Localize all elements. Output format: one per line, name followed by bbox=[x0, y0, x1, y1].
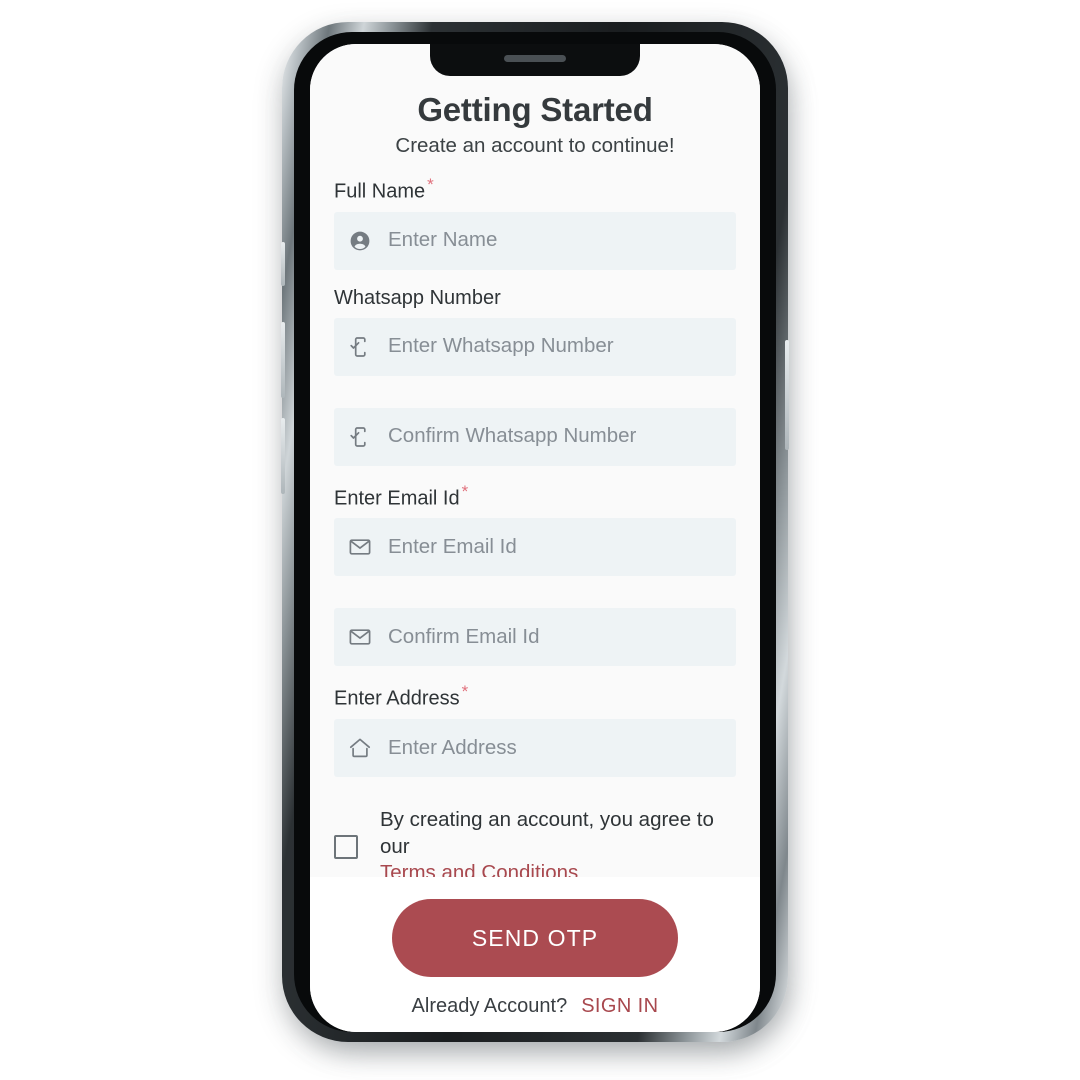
required-asterisk: * bbox=[427, 174, 434, 194]
signup-footer: SEND OTP Already Account? SIGN IN bbox=[310, 877, 760, 1032]
terms-text-block: By creating an account, you agree to our… bbox=[380, 807, 730, 877]
phone-screen: Getting Started Create an account to con… bbox=[310, 44, 760, 1032]
page-subtitle: Create an account to continue! bbox=[395, 134, 675, 158]
required-asterisk: * bbox=[461, 682, 469, 702]
terms-consent-text: By creating an account, you agree to our bbox=[380, 807, 714, 858]
screen-notch bbox=[430, 44, 640, 76]
label-full-name: Full Name * bbox=[310, 176, 760, 203]
signin-prompt-text: Already Account? bbox=[411, 995, 568, 1017]
label-email-text: Enter Email Id bbox=[334, 487, 460, 510]
terms-agreement-row[interactable]: By creating an account, you agree to our… bbox=[334, 807, 736, 877]
screenshot-canvas: Getting Started Create an account to con… bbox=[0, 0, 1080, 1080]
input-whatsapp-number[interactable]: Enter Whatsapp Number bbox=[334, 317, 736, 376]
input-confirm-email[interactable]: Confirm Email Id bbox=[334, 608, 736, 667]
page-title: Getting Started bbox=[417, 91, 653, 128]
volume-down-button[interactable] bbox=[281, 418, 285, 494]
home-icon bbox=[347, 735, 372, 760]
volume-up-button[interactable] bbox=[281, 322, 285, 398]
input-confirm-whatsapp-number-placeholder: Confirm Whatsapp Number bbox=[388, 424, 637, 448]
input-full-name[interactable]: Enter Name bbox=[334, 211, 736, 270]
input-whatsapp-number-placeholder: Enter Whatsapp Number bbox=[388, 334, 614, 358]
input-confirm-whatsapp-number[interactable]: Confirm Whatsapp Number bbox=[334, 407, 736, 466]
label-whatsapp-number: Whatsapp Number bbox=[334, 286, 501, 309]
label-address: Enter Address * bbox=[310, 683, 760, 710]
mobile-check-icon bbox=[347, 424, 372, 449]
label-email: Enter Email Id * bbox=[310, 483, 760, 510]
input-email[interactable]: Enter Email Id bbox=[334, 518, 736, 577]
power-button[interactable] bbox=[785, 340, 789, 450]
earpiece-speaker-icon bbox=[504, 55, 566, 62]
input-address[interactable]: Enter Address bbox=[334, 718, 736, 777]
sign-in-link[interactable]: SIGN IN bbox=[581, 995, 658, 1018]
mobile-check-icon bbox=[347, 334, 372, 359]
silent-switch[interactable] bbox=[281, 242, 285, 286]
label-full-name-text: Full Name bbox=[334, 180, 426, 203]
envelope-icon bbox=[347, 535, 372, 560]
required-asterisk: * bbox=[461, 481, 469, 501]
input-address-placeholder: Enter Address bbox=[388, 735, 517, 759]
input-confirm-email-placeholder: Confirm Email Id bbox=[388, 624, 540, 648]
signin-prompt-row: Already Account? SIGN IN bbox=[310, 995, 760, 1018]
signup-form-scroll-area: Getting Started Create an account to con… bbox=[310, 44, 760, 877]
envelope-icon bbox=[347, 625, 372, 650]
terms-and-conditions-link[interactable]: Terms and Conditions bbox=[380, 860, 730, 877]
person-icon bbox=[347, 228, 372, 253]
terms-checkbox[interactable] bbox=[334, 834, 358, 859]
input-email-placeholder: Enter Email Id bbox=[388, 534, 517, 558]
send-otp-button[interactable]: SEND OTP bbox=[392, 899, 678, 977]
input-full-name-placeholder: Enter Name bbox=[388, 228, 498, 252]
label-address-text: Enter Address bbox=[334, 687, 460, 710]
